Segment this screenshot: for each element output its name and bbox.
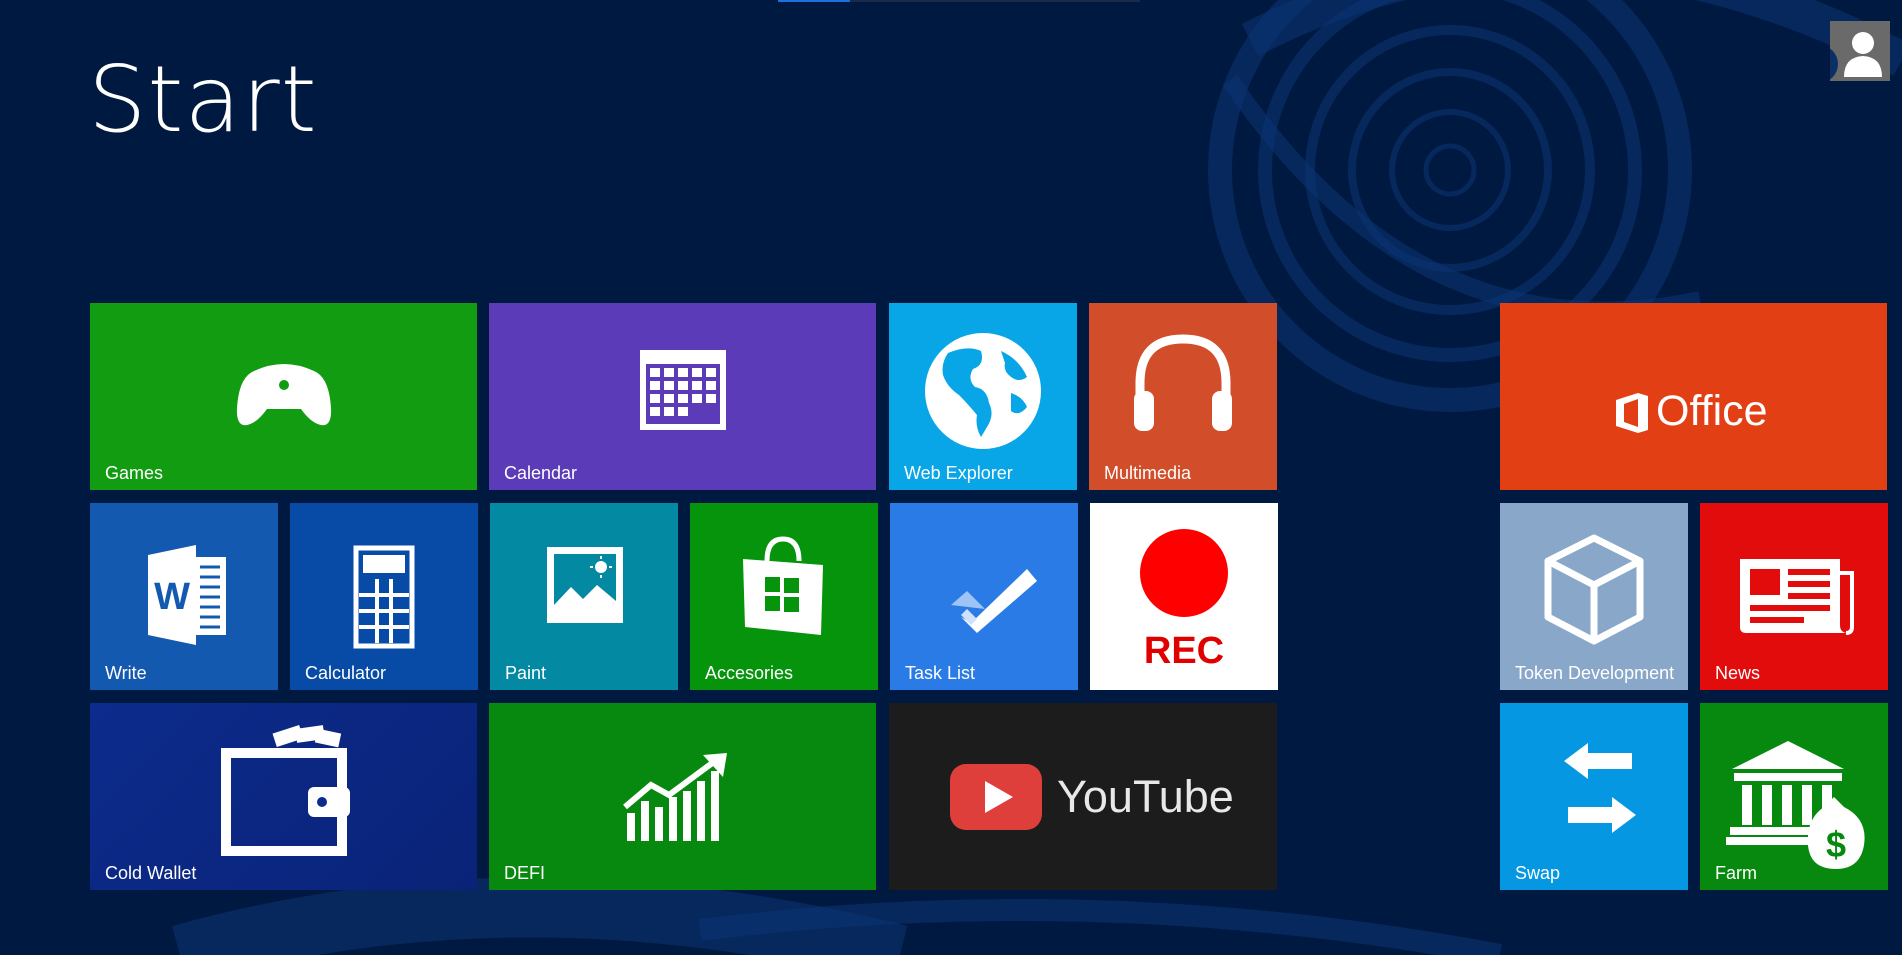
tile-paint[interactable]: Paint bbox=[490, 503, 678, 690]
top-scroll-indicator bbox=[778, 0, 850, 2]
tile-label: News bbox=[1715, 663, 1761, 683]
user-account-button[interactable] bbox=[1830, 21, 1890, 81]
calendar-icon bbox=[640, 350, 726, 430]
tile-label: Calendar bbox=[504, 463, 578, 483]
tile-label: Web Explorer bbox=[904, 463, 1013, 483]
bank-money-bag-icon: $ bbox=[1726, 741, 1865, 869]
tile-label: Task List bbox=[905, 663, 976, 683]
word-icon: W bbox=[148, 545, 226, 645]
tile-label: Token Development bbox=[1515, 663, 1675, 683]
tile-calculator[interactable]: Calculator bbox=[290, 503, 478, 690]
calculator-icon bbox=[353, 545, 415, 649]
tile-youtube[interactable]: YouTube bbox=[889, 703, 1277, 890]
tile-games[interactable]: Games bbox=[90, 303, 477, 490]
tile-token-development[interactable]: Token Development bbox=[1500, 503, 1688, 690]
swap-arrows-icon bbox=[1564, 743, 1636, 833]
tile-cold-wallet[interactable]: Cold Wallet bbox=[90, 703, 477, 890]
tile-office[interactable]: Office bbox=[1500, 303, 1887, 490]
tile-write[interactable]: W Write bbox=[90, 503, 278, 690]
globe-icon bbox=[925, 333, 1041, 449]
youtube-play-icon bbox=[950, 764, 1042, 830]
picture-icon bbox=[547, 547, 623, 623]
tile-label: Paint bbox=[505, 663, 547, 683]
svg-text:$: $ bbox=[1826, 824, 1846, 865]
svg-text:W: W bbox=[154, 576, 190, 618]
tile-multimedia[interactable]: Multimedia bbox=[1089, 303, 1277, 490]
tile-accesories[interactable]: Accesories bbox=[690, 503, 878, 690]
tile-farm[interactable]: $ Farm bbox=[1700, 703, 1888, 890]
tile-label: Multimedia bbox=[1104, 463, 1192, 483]
tile-news[interactable]: News bbox=[1700, 503, 1888, 690]
tile-task-list[interactable]: Task List bbox=[890, 503, 1078, 690]
tile-web-explorer[interactable]: Web Explorer bbox=[889, 303, 1077, 490]
tile-swap[interactable]: Swap bbox=[1500, 703, 1688, 890]
gamepad-icon bbox=[236, 364, 332, 426]
tile-label: Swap bbox=[1515, 863, 1561, 883]
newspaper-icon bbox=[1740, 559, 1854, 635]
growth-chart-icon bbox=[623, 753, 727, 841]
top-scroll-track bbox=[850, 0, 1140, 2]
record-icon bbox=[1140, 529, 1228, 617]
headphones-icon bbox=[1134, 334, 1232, 431]
tile-rec[interactable]: REC bbox=[1090, 503, 1278, 690]
tile-label: Cold Wallet bbox=[105, 863, 197, 883]
tile-calendar[interactable]: Calendar bbox=[489, 303, 876, 490]
tile-label: DEFI bbox=[504, 863, 546, 883]
rec-label: REC bbox=[1143, 630, 1225, 672]
wallet-icon bbox=[221, 725, 350, 856]
tile-label: Write bbox=[105, 663, 147, 683]
youtube-wordmark: YouTube bbox=[1057, 771, 1234, 822]
tile-label: Farm bbox=[1715, 863, 1757, 883]
user-silhouette-icon bbox=[1844, 32, 1882, 77]
cube-icon bbox=[1544, 534, 1644, 645]
tile-label: Calculator bbox=[305, 663, 387, 683]
tile-label: Accesories bbox=[705, 663, 794, 683]
tile-label: Games bbox=[105, 463, 164, 483]
page-title: Start bbox=[88, 46, 318, 153]
checkmark-icon bbox=[951, 569, 1037, 633]
office-logo-icon bbox=[1616, 393, 1648, 433]
tile-defi[interactable]: DEFI bbox=[489, 703, 876, 890]
office-wordmark: Office bbox=[1656, 387, 1768, 435]
store-bag-icon bbox=[743, 536, 823, 635]
